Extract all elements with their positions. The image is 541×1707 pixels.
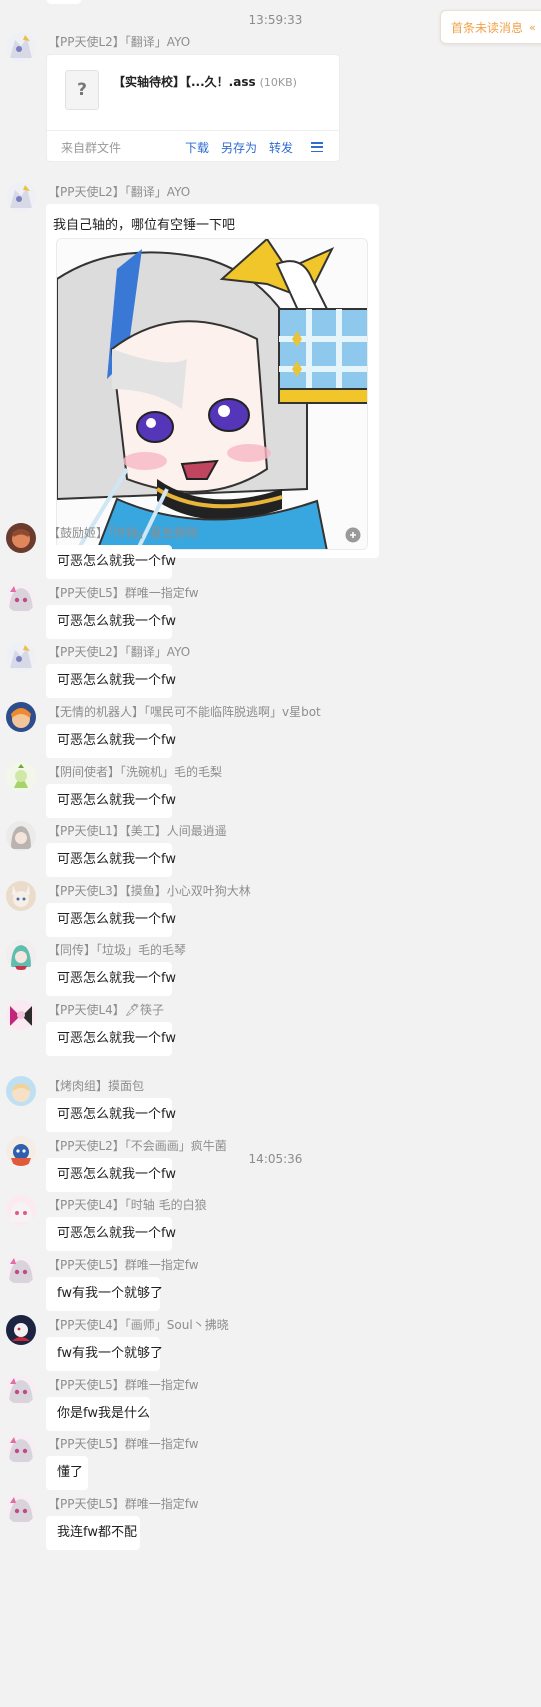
sender-name[interactable]: 【PP天使L5】群唯一指定fw (48, 1435, 199, 1452)
chat-window: 首条未读消息 « 13:59:33 【PP天使L2】「翻译」AYO ? 【实轴待… (0, 0, 541, 1707)
sender-name[interactable]: 【同传】「垃圾」毛的毛琴 (48, 941, 186, 958)
sender-name[interactable]: 【无情的机器人】「嘿民可不能临阵脱逃啊」v星bot (48, 703, 321, 720)
sender-name[interactable]: 【PP天使L2】「翻译」AYO (48, 33, 190, 50)
message-image: 【PP天使L2】「翻译」AYO 我自己轴的，哪位有空锤一下吧 (0, 182, 541, 562)
menu-icon[interactable] (311, 142, 323, 152)
message-item: 【无情的机器人】「嘿民可不能临阵脱逃啊」v星bot 可恶怎么就我一个fw (0, 702, 541, 760)
avatar[interactable] (6, 1315, 36, 1345)
avatar[interactable] (6, 881, 36, 911)
message-file: 【PP天使L2】「翻译」AYO ? 【实轴待校】【...久！.ass (10KB)… (0, 32, 541, 167)
message-bubble[interactable]: 你是fw我是什么 (46, 1397, 150, 1431)
file-actions: 下载 另存为 转发 (185, 139, 323, 156)
previous-message-bubble[interactable] (46, 0, 82, 4)
message-bubble[interactable]: 可恶怎么就我一个fw (46, 1158, 176, 1192)
message-bubble[interactable]: 可恶怎么就我一个fw (46, 724, 176, 758)
unknown-file-icon: ? (65, 70, 99, 110)
avatar[interactable] (6, 1434, 36, 1464)
sender-name[interactable]: 【PP天使L2】「翻译」AYO (48, 643, 190, 660)
message-item: 【PP天使L5】群唯一指定fw 懂了 (0, 1434, 541, 1492)
message-bubble[interactable]: 可恶怎么就我一个fw (46, 1217, 176, 1251)
sender-name[interactable]: 【烤肉组】摸面包 (48, 1077, 144, 1094)
divider (47, 130, 339, 131)
avatar[interactable] (6, 1375, 36, 1405)
file-source: 来自群文件 (61, 141, 122, 155)
avatar[interactable] (6, 642, 36, 672)
avatar[interactable] (6, 1255, 36, 1285)
message-item: 【PP天使L4】「画师」Soul丶拂晓 fw有我一个就够了 (0, 1315, 541, 1373)
message-item: 【PP天使L2】「不会画画」疯牛菌可恶怎么就我一个fw (0, 1136, 541, 1194)
message-bubble[interactable]: fw有我一个就够了 (46, 1337, 163, 1371)
avatar[interactable] (6, 182, 36, 212)
message-bubble[interactable]: 可恶怎么就我一个fw (46, 784, 176, 818)
download-link[interactable]: 下载 (185, 139, 209, 156)
avatar[interactable] (6, 1076, 36, 1106)
image-caption: 我自己轴的，哪位有空锤一下吧 (53, 218, 236, 233)
message-item: 【PP天使L5】群唯一指定fw 我连fw都不配 (0, 1494, 541, 1552)
message-bubble[interactable]: 可恶怎么就我一个fw (46, 605, 176, 639)
sender-name[interactable]: 【PP天使L4】「画师」Soul丶拂晓 (48, 1316, 229, 1333)
message-item: 【阴间使者】「洗碗机」毛的毛梨可恶怎么就我一个fw (0, 762, 541, 820)
sender-name[interactable]: 【PP天使L5】群唯一指定fw (48, 1256, 199, 1273)
sender-name[interactable]: 【PP天使L2】「不会画画」疯牛菌 (48, 1137, 227, 1154)
avatar[interactable] (6, 1195, 36, 1225)
file-name-text: 【实轴待校】【...久！.ass (113, 75, 256, 89)
sender-name[interactable]: 【PP天使L5】群唯一指定fw (48, 1376, 199, 1393)
file-name: 【实轴待校】【...久！.ass (10KB) (113, 73, 297, 90)
avatar[interactable] (6, 1136, 36, 1166)
message-item: 【PP天使L1】【美工】人间最逍遥可恶怎么就我一个fw (0, 821, 541, 879)
message-bubble[interactable]: 可恶怎么就我一个fw (46, 664, 176, 698)
sender-name[interactable]: 【PP天使L4】「时轴 毛的白狼 (48, 1196, 207, 1213)
message-item: 【PP天使L5】群唯一指定fw fw有我一个就够了 (0, 1255, 541, 1313)
avatar[interactable] (6, 1000, 36, 1030)
sender-name[interactable]: 【鼓励姬】「时轴」夏色祭爬 (48, 524, 198, 541)
message-bubble[interactable]: 可恶怎么就我一个fw (46, 903, 176, 937)
message-item: 【PP天使L4】🖋筷子可恶怎么就我一个fw (0, 1000, 541, 1058)
message-item: 【PP天使L4】「时轴 毛的白狼可恶怎么就我一个fw (0, 1195, 541, 1253)
timestamp-separator: 13:59:33 (248, 13, 303, 27)
avatar[interactable] (6, 1494, 36, 1524)
file-card[interactable]: ? 【实轴待校】【...久！.ass (10KB) 来自群文件 下载 另存为 转发 (46, 54, 340, 162)
message-bubble[interactable]: fw有我一个就够了 (46, 1277, 163, 1311)
message-item: 【PP天使L5】群唯一指定fw 可恶怎么就我一个fw (0, 583, 541, 641)
avatar[interactable] (6, 762, 36, 792)
image-message-bubble: 我自己轴的，哪位有空锤一下吧 (46, 204, 379, 558)
message-bubble[interactable]: 可恶怎么就我一个fw (46, 962, 176, 996)
avatar[interactable] (6, 940, 36, 970)
avatar[interactable] (6, 583, 36, 613)
message-item: 【鼓励姬】「时轴」夏色祭爬可恶怎么就我一个fw (0, 523, 541, 581)
sender-name[interactable]: 【PP天使L5】群唯一指定fw (48, 1495, 199, 1512)
avatar[interactable] (6, 702, 36, 732)
avatar[interactable] (6, 32, 36, 62)
avatar[interactable] (6, 523, 36, 553)
sender-name[interactable]: 【PP天使L5】群唯一指定fw (48, 584, 199, 601)
sender-name[interactable]: 【PP天使L4】🖋筷子 (48, 1001, 164, 1018)
sender-name[interactable]: 【PP天使L3】【摸鱼】小心双叶狗大林 (48, 882, 251, 899)
message-bubble[interactable]: 可恶怎么就我一个fw (46, 545, 176, 579)
anime-sticker-image[interactable] (56, 238, 368, 550)
message-item: 【PP天使L3】【摸鱼】小心双叶狗大林可恶怎么就我一个fw (0, 881, 541, 939)
save-as-link[interactable]: 另存为 (221, 139, 257, 156)
sender-name[interactable]: 【阴间使者】「洗碗机」毛的毛梨 (48, 763, 222, 780)
message-item: 【PP天使L5】群唯一指定fw 你是fw我是什么 (0, 1375, 541, 1433)
message-bubble[interactable]: 可恶怎么就我一个fw (46, 1098, 176, 1132)
forward-link[interactable]: 转发 (269, 139, 293, 156)
sender-name[interactable]: 【PP天使L1】【美工】人间最逍遥 (48, 822, 227, 839)
message-bubble[interactable]: 我连fw都不配 (46, 1516, 140, 1550)
message-item: 【同传】「垃圾」毛的毛琴可恶怎么就我一个fw (0, 940, 541, 998)
avatar[interactable] (6, 821, 36, 851)
file-size: (10KB) (259, 76, 297, 89)
message-bubble[interactable]: 懂了 (46, 1456, 88, 1490)
message-item: 【PP天使L2】「翻译」AYO 可恶怎么就我一个fw (0, 642, 541, 700)
sender-name[interactable]: 【PP天使L2】「翻译」AYO (48, 183, 190, 200)
message-bubble[interactable]: 可恶怎么就我一个fw (46, 1022, 176, 1056)
message-item: 【烤肉组】摸面包可恶怎么就我一个fw (0, 1076, 541, 1134)
message-bubble[interactable]: 可恶怎么就我一个fw (46, 843, 176, 877)
